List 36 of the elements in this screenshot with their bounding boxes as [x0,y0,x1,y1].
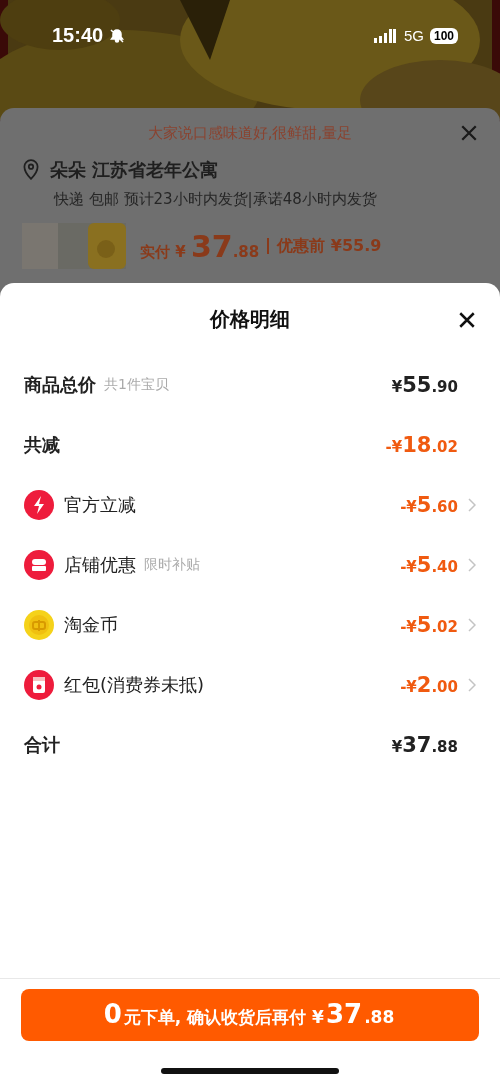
chevron-icon[interactable] [468,678,476,692]
lightning-icon [24,490,54,520]
original-price: 优惠前 ¥55.9 [277,235,382,257]
row-label: 合计 [24,733,60,757]
row-label: 商品总价 [24,373,96,397]
row-amount: -¥2.00 [400,673,458,697]
address-name: 朵朵 江苏省老年公寓 [50,158,219,182]
row-label: 共减 [24,433,60,457]
muted-bell-icon [109,27,126,44]
row-amount: ¥55.90 [391,373,458,397]
sheet-title: 价格明细 [210,305,290,333]
row-amount: -¥18.02 [385,433,458,457]
pay-button[interactable]: 0元下单, 确认收货后再付 ¥37.88 [21,989,479,1041]
row-label: 红包(消费券未抵) [64,673,205,697]
signal-icon [373,28,396,43]
row-note: 限时补贴 [144,556,200,574]
network-label: 5G [403,27,424,44]
row-label: 官方立减 [64,493,136,517]
paid-price: 实付 ¥ 37.88 [140,228,260,264]
row-label: 店铺优惠 [64,553,136,577]
row-amount: -¥5.40 [400,553,458,577]
chevron-icon[interactable] [468,618,476,632]
chevron-icon[interactable] [468,498,476,512]
chevron-icon[interactable] [468,558,476,572]
location-pin-icon [22,159,40,181]
store-icon [24,550,54,580]
row-amount: ¥37.88 [391,733,458,757]
row-amount: -¥5.60 [400,493,458,517]
close-icon[interactable] [458,311,476,329]
row-amount: -¥5.02 [400,613,458,637]
shipping-info: 快递 包邮 预计23小时内发货|承诺48小时内发货 [54,190,378,209]
row-note: 共1件宝贝 [104,376,169,394]
coin-icon [24,610,54,640]
status-time: 15:40 [52,24,104,47]
row-label: 淘金币 [64,613,118,637]
envelope-icon [24,670,54,700]
